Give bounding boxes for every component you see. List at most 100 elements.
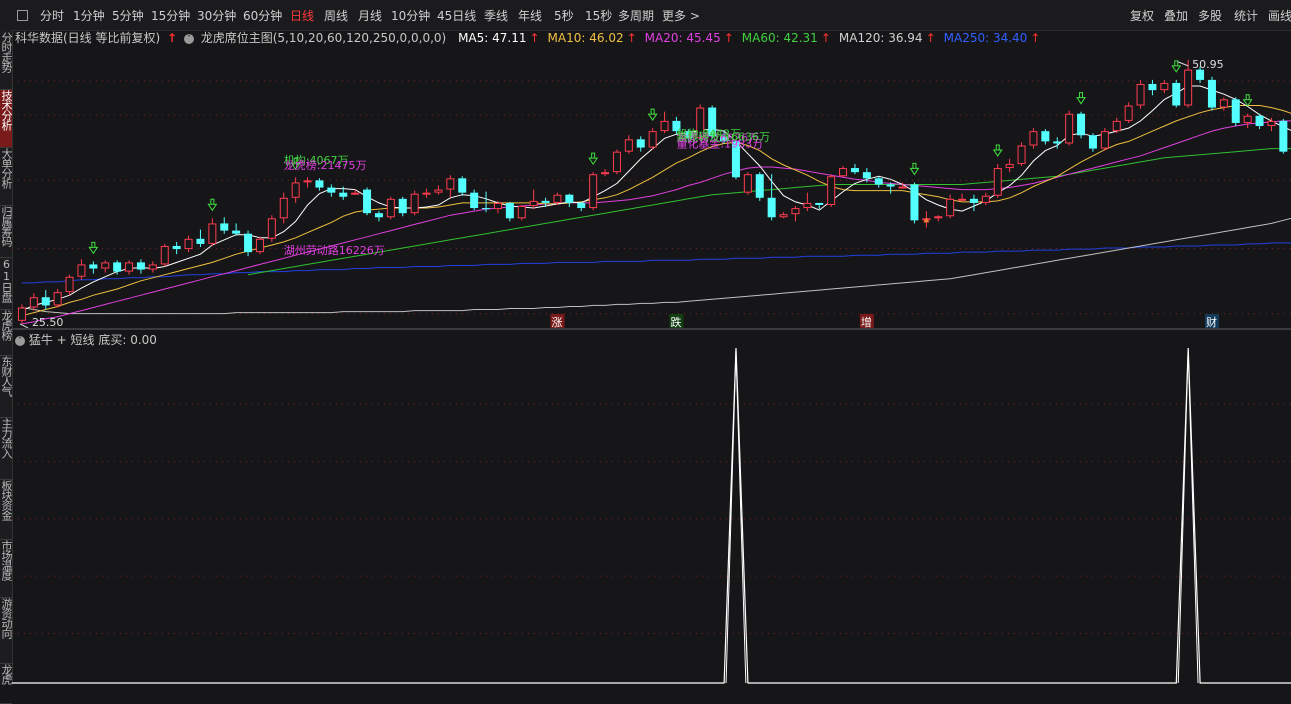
candle-body[interactable] — [1112, 120, 1121, 132]
side-tab[interactable]: 大单分析 — [0, 148, 12, 206]
candle-body[interactable] — [791, 208, 800, 215]
candle-body[interactable] — [315, 180, 324, 188]
candle-body[interactable] — [660, 120, 669, 132]
candle-body[interactable] — [934, 216, 943, 219]
candle-body[interactable] — [208, 223, 217, 244]
candle-body[interactable] — [1184, 69, 1193, 106]
candle-body[interactable] — [541, 200, 550, 203]
period-tab[interactable]: 更多 > — [662, 7, 700, 24]
candle-body[interactable] — [505, 202, 514, 219]
candle-body[interactable] — [41, 297, 50, 306]
candle-body[interactable] — [1267, 120, 1276, 127]
period-tab[interactable]: 分时 — [40, 7, 64, 24]
candle-body[interactable] — [1255, 115, 1264, 127]
period-tab[interactable]: 5秒 — [554, 7, 574, 24]
candlestick-chart[interactable]: 50.9525.50机构:4067万龙虎榜:21475万湖州劳动路16226万机… — [12, 44, 1291, 328]
side-tab[interactable]: 技术分析 — [0, 90, 12, 148]
candle-body[interactable] — [755, 174, 764, 198]
candle-body[interactable] — [244, 233, 253, 253]
candle-body[interactable] — [17, 307, 26, 321]
period-tab[interactable]: 10分钟 — [391, 7, 430, 24]
candle-body[interactable] — [398, 198, 407, 214]
candle-body[interactable] — [184, 238, 193, 250]
toolbar-button[interactable]: 画线 — [1268, 7, 1291, 24]
candle-body[interactable] — [839, 168, 848, 177]
sub-indicator-chart[interactable] — [12, 347, 1291, 684]
candle-body[interactable] — [529, 200, 538, 206]
period-tab[interactable]: 周线 — [324, 7, 348, 24]
candle-body[interactable] — [517, 205, 526, 219]
candle-body[interactable] — [636, 139, 645, 148]
candle-body[interactable] — [815, 202, 824, 205]
candle-body[interactable] — [470, 192, 479, 209]
candle-body[interactable] — [743, 174, 752, 193]
candle-body[interactable] — [946, 198, 955, 217]
candle-body[interactable] — [351, 192, 360, 195]
candle-body[interactable] — [267, 218, 276, 239]
period-tab[interactable]: 季线 — [484, 7, 508, 24]
period-tab[interactable]: 45日线 — [437, 7, 476, 24]
candle-body[interactable] — [136, 262, 145, 270]
candle-body[interactable] — [493, 202, 502, 210]
candle-body[interactable] — [53, 292, 62, 306]
candle-body[interactable] — [565, 194, 574, 203]
menu-icon[interactable] — [17, 10, 28, 21]
chevron-down-icon[interactable]: ˅ — [183, 33, 194, 44]
period-tab[interactable]: 5分钟 — [112, 7, 144, 24]
candle-body[interactable] — [220, 223, 229, 231]
candle-body[interactable] — [1207, 79, 1216, 108]
candle-body[interactable] — [1005, 163, 1014, 169]
period-tab[interactable]: 年线 — [518, 7, 542, 24]
side-tab[interactable]: 板块资金 — [0, 480, 12, 540]
candle-body[interactable] — [1077, 113, 1086, 136]
candle-body[interactable] — [446, 178, 455, 190]
candle-body[interactable] — [291, 182, 300, 198]
candle-body[interactable] — [1065, 113, 1074, 144]
candle-body[interactable] — [386, 198, 395, 218]
side-tab[interactable]: 归属筹码 — [0, 206, 12, 258]
period-tab[interactable]: 15秒 — [585, 7, 612, 24]
candle-body[interactable] — [29, 297, 38, 308]
candle-body[interactable] — [422, 192, 431, 195]
side-tab[interactable]: 游资动向 — [0, 598, 12, 664]
candle-body[interactable] — [958, 198, 967, 201]
candle-body[interactable] — [374, 213, 383, 218]
candle-body[interactable] — [1172, 82, 1181, 106]
candle-body[interactable] — [255, 238, 264, 253]
candle-body[interactable] — [624, 139, 633, 152]
period-tab[interactable]: 1分钟 — [73, 7, 105, 24]
candle-body[interactable] — [993, 168, 1002, 196]
side-tab[interactable]: 龙虎 — [0, 664, 12, 704]
candle-body[interactable] — [113, 262, 122, 272]
candle-body[interactable] — [898, 186, 907, 189]
candle-body[interactable] — [969, 198, 978, 203]
candle-body[interactable] — [612, 151, 621, 173]
candle-body[interactable] — [1088, 135, 1097, 149]
candle-body[interactable] — [1029, 131, 1038, 146]
candle-body[interactable] — [339, 192, 348, 197]
candle-body[interactable] — [89, 264, 98, 269]
toolbar-button[interactable]: 多股 — [1198, 7, 1222, 24]
candle-body[interactable] — [1148, 83, 1157, 91]
period-tab[interactable]: 60分钟 — [243, 7, 282, 24]
panel-divider[interactable] — [12, 328, 1291, 330]
candle-body[interactable] — [850, 168, 859, 173]
candle-body[interactable] — [1279, 120, 1288, 152]
period-tab[interactable]: 日线 — [290, 7, 314, 24]
candle-body[interactable] — [303, 180, 312, 183]
candle-body[interactable] — [327, 187, 336, 193]
candle-body[interactable] — [779, 214, 788, 218]
candle-body[interactable] — [827, 176, 836, 205]
candle-body[interactable] — [77, 264, 86, 277]
candle-body[interactable] — [981, 195, 990, 203]
candle-body[interactable] — [1219, 99, 1228, 108]
candle-body[interactable] — [886, 184, 895, 187]
candle-body[interactable] — [767, 197, 776, 218]
chevron-down-icon[interactable]: ˅ — [15, 335, 25, 346]
toolbar-button[interactable]: 叠加 — [1164, 7, 1188, 24]
candle-body[interactable] — [148, 264, 157, 270]
period-tab[interactable]: 15分钟 — [151, 7, 190, 24]
candle-body[interactable] — [1231, 99, 1240, 123]
candle-body[interactable] — [363, 189, 372, 214]
candle-body[interactable] — [601, 172, 610, 175]
